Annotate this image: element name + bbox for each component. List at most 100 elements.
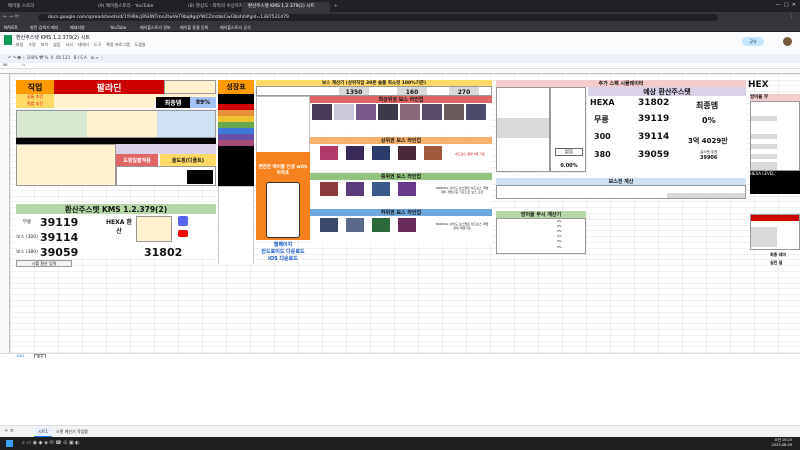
hexa-table (136, 216, 172, 242)
defense-table: 0% 0% 0% 0% 0% 0% (496, 218, 586, 254)
top-boss-portraits (310, 103, 492, 135)
sim-b380-label: 380 (594, 150, 611, 159)
menu-file[interactable]: 파일 (16, 42, 23, 48)
spreadsheet-grid[interactable]: 직업 팔라딘 공통 조건 직업 조건 최종뎀 89% 도핑일괄적용 올도핑(디폴… (10, 74, 800, 353)
defense-row-4: 0% (557, 235, 562, 238)
window-controls[interactable]: — □ ✕ (776, 2, 796, 8)
defense-title: 방어율 무시 계산기 (496, 211, 586, 218)
job-value[interactable]: 팔라딘 (54, 80, 164, 94)
sheets-logo-icon (4, 35, 12, 45)
browser-tab-video[interactable]: (8) 영상도 : 따라의 수상하지 그래 (182, 2, 242, 12)
menu-data[interactable]: 데이터 (78, 42, 89, 48)
doping-default-dropdown[interactable]: 올도핑(디폴트) (160, 154, 216, 166)
windows-start-icon[interactable] (6, 440, 13, 447)
right-table (750, 101, 800, 171)
fx-icon: fx (22, 63, 26, 67)
stat-table-right (116, 144, 216, 154)
mid-boss-portraits: NORMAL 난이도 보스들은 하드보스 계뎀 대비 계뎀기준 기준으로 보스 … (310, 180, 492, 208)
final-damage-value: 89% (190, 97, 216, 108)
zoom-level[interactable]: 100% (27, 55, 38, 60)
browser-menu-icon[interactable]: ⋮ (789, 14, 794, 20)
menu-edit[interactable]: 수정 (28, 42, 35, 48)
boss380-label: 보스 (380) (16, 249, 38, 255)
bookmark-1[interactable]: 빌런 검색기 폐지 (30, 24, 58, 31)
address-bar[interactable]: docs.google.com/spreadsheets/d/1YHRkcj9S… (38, 14, 718, 21)
menu-extensions[interactable]: 확장 프로그램 (106, 42, 129, 48)
sim-hexa-value: 31802 (638, 98, 670, 108)
menu-tools[interactable]: 도구 (94, 42, 101, 48)
ad-android-link[interactable]: 안드로이드 다운로드 (256, 248, 310, 255)
upper-boss-note: 하드보스 결정 3회 기준 (455, 152, 485, 156)
menu-insert[interactable]: 삽입 (53, 42, 60, 48)
low-boss-note: NORMAL 난이도 보스들은 하드보스 계뎀 대비 계뎀기준 (435, 222, 489, 230)
browser-tab-youtube[interactable]: (9) 메이플스토리 - YouTube (92, 2, 180, 12)
seal-input[interactable]: 시를 환산 입력 (16, 260, 72, 267)
doc-title[interactable]: 환산주스탯 KMS 1.2.379(2) 시트 (16, 34, 90, 41)
bookmark-youtube[interactable]: YouTube (110, 24, 126, 31)
new-tab-button[interactable]: + (332, 2, 342, 12)
sim-b300-label: 300 (594, 132, 611, 141)
sim-money: 3억 4029만 (688, 137, 728, 145)
defense-row-5: 0% (557, 240, 562, 243)
ad-phone-icon (266, 182, 300, 238)
youtube-icon[interactable] (178, 230, 188, 237)
taskbar-clock[interactable]: 오전 10:23 2023-08-09 (772, 438, 792, 448)
ad-web-link[interactable]: 웹페이지 (256, 241, 310, 248)
menu-view[interactable]: 보기 (41, 42, 48, 48)
share-button[interactable]: 공유 (742, 37, 764, 46)
boss-calc-row: 1350 160 270 (256, 86, 492, 96)
expect-panel: HEXA 31802 무릉 39119 300 39114 380 39059 … (588, 96, 746, 176)
right-table2 (750, 214, 800, 250)
top-boss-label: 최상위권 보스 라인업 (310, 96, 492, 103)
sim-none-dropdown[interactable]: 없음 (555, 148, 583, 156)
sim-b380-value: 39059 (638, 150, 670, 160)
sim-input-table2: 없음 0.00% (550, 87, 586, 172)
menu-format[interactable]: 서식 (66, 42, 73, 48)
right-level-rows (750, 178, 800, 194)
job-cond-row (54, 100, 154, 108)
kms-title: 환산주스탯 KMS 1.2.379(2) (16, 204, 216, 214)
ad-banner[interactable]: 편한한 메이플 인생 with 마하포 (256, 152, 310, 240)
stat-table-top (16, 110, 216, 138)
low-boss-label: 하위권 보스 라인업 (310, 209, 492, 216)
defense-row-2: 0% (557, 225, 562, 228)
taskbar-apps[interactable]: ⌕ ▭ ◉ ◆ ◈ ✉ ☎ ⊙ ▣ ◐ (22, 440, 80, 446)
job-extra (164, 80, 216, 94)
boss-calc2-table (496, 185, 746, 199)
bookmark-4[interactable]: 메이플스토리 정보 (140, 24, 171, 31)
sheets-header: 환산주스탯 KMS 1.2.379(2) 시트 파일 수정 보기 삽입 서식 데… (0, 32, 800, 54)
sim-pct: 0.00% (560, 163, 578, 169)
name-box[interactable]: S6 (3, 63, 7, 67)
nav-buttons[interactable]: ← → ⟳ (3, 14, 19, 20)
right-hexa-level: HEXA LEVEL (750, 171, 800, 178)
discord-icon[interactable] (178, 216, 188, 226)
boss-num-1: 1350 (339, 87, 369, 95)
toolbar-icons[interactable]: ↶ ↷ 🖶 ⌖ 100% ₩ % .0 .00 123 B I S A ⊞ ≡ … (8, 55, 104, 62)
bookmark-5[interactable]: 메이플 종결 등록 (180, 24, 208, 31)
bookmark-6[interactable]: 메이플스토리 공식 (220, 24, 251, 31)
grade-column (218, 94, 254, 264)
menu-help[interactable]: 도움말 (135, 42, 146, 48)
low-boss-portraits: NORMAL 난이도 보스들은 하드보스 계뎀 대비 계뎀기준 (310, 216, 492, 244)
sim-hexa-label: HEXA (590, 98, 615, 107)
ad-ios-link[interactable]: iOS 다운로드 (256, 255, 310, 262)
add-sheet-icon[interactable]: + ≡ (4, 428, 14, 434)
sheets-bottom-bar: + ≡ 시트1 스탯 계산기 작업중 (0, 425, 800, 437)
browser-tab-maplestory[interactable]: 메이플 스토리 (2, 2, 90, 12)
bookmark-naver[interactable]: NAVER (4, 24, 18, 31)
avatar[interactable] (783, 37, 792, 46)
right-real: 실전 딜 (770, 260, 783, 265)
sheet-empty-area (0, 358, 800, 425)
address-row: ← → ⟳ docs.google.com/spreadsheets/d/1YH… (0, 12, 800, 23)
sheet-tab-calc[interactable]: 스탯 계산기 작업중 (56, 427, 88, 437)
doping-apply-button[interactable]: 도핑일괄적용 (116, 154, 158, 166)
boss-num-3: 270 (449, 87, 479, 95)
bookmark-2[interactable]: 폐쇄지원 (70, 24, 85, 31)
menu-bar: 파일 수정 보기 삽입 서식 데이터 도구 확장 프로그램 도움말 (16, 42, 146, 48)
defense-row-1: 0% (557, 220, 562, 223)
job-cond-label: 직업 조건 (16, 100, 54, 108)
sheet-tab-active[interactable]: 시트1 (34, 427, 52, 437)
taskbar-date: 2023-08-09 (771, 443, 792, 447)
browser-tab-sheet[interactable]: 환산주스탯 KMS 1.2.379(2) 시트 (242, 2, 330, 12)
browser-tab-strip: 메이플 스토리 (9) 메이플스토리 - YouTube (8) 영상도 : 따… (0, 0, 800, 12)
